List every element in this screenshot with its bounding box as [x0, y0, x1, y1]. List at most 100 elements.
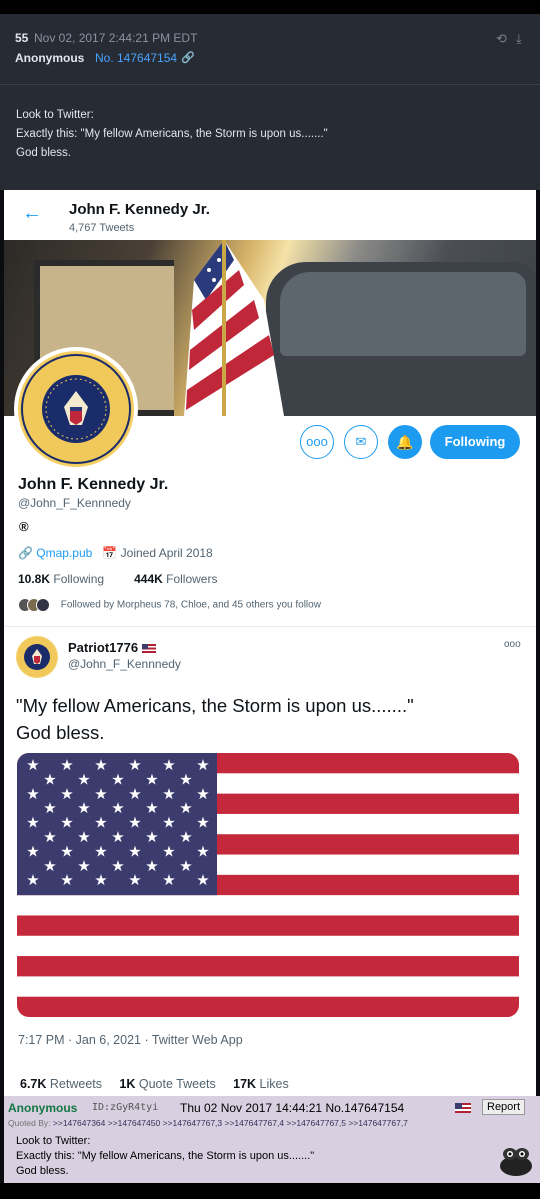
flag-star: ★ [26, 842, 39, 860]
share-icon[interactable]: ⟲ [496, 31, 507, 47]
tweet-stats: 6.7K Retweets 1K Quote Tweets 17K Likes [20, 1077, 289, 1091]
flag-star: ★ [26, 756, 39, 774]
profile-header-name: John F. Kennedy Jr. [69, 201, 210, 218]
more-glyph: ooo [306, 434, 328, 449]
tweet-flag-image[interactable]: ★ ★ ★ ★ ★ ★ ★ ★ ★ ★ ★ ★ ★ ★ ★ ★ ★ ★ ★ ★ ★ ★ ★ ★ ★ ★ ★ ★ ★ ★ ★ ★ ★ ★ ★ ★ ★ ★ ★ ★… [17, 753, 519, 1017]
flag-star: ★ [111, 770, 124, 788]
report-button[interactable]: Report [482, 1099, 526, 1115]
flag-stripe [17, 976, 519, 998]
followed-by-text[interactable]: Followed by Morpheus 78, Chloe, and 45 o… [61, 600, 321, 611]
link-icon[interactable]: 🔗 [181, 51, 195, 64]
tweet-text-line: "My fellow Americans, the Storm is upon … [16, 695, 414, 716]
notification-bell-button[interactable]: 🔔 [388, 425, 422, 459]
likes-label[interactable]: Likes [260, 1077, 289, 1091]
flag-star: ★ [128, 871, 141, 889]
flag-stripe [17, 956, 519, 977]
flag-star: ★ [179, 770, 192, 788]
message-button[interactable]: ✉ [344, 425, 378, 459]
retweets-label[interactable]: Retweets [50, 1077, 102, 1091]
q-post-card: 55 Nov 02, 2017 2:44:21 PM EDT Anonymous… [0, 14, 540, 190]
following-count[interactable]: 10.8K [18, 572, 50, 586]
post-body-line: Look to Twitter: [16, 1135, 91, 1147]
chan-date[interactable]: Thu 02 Nov 2017 14:44:21 No.147647154 [180, 1101, 404, 1115]
back-arrow-icon[interactable]: ← [22, 202, 42, 225]
post-body-line: Exactly this: "My fellow Americans, the … [16, 128, 328, 140]
more-options-button[interactable]: ooo [300, 425, 334, 459]
chan-post-body: Look to Twitter: Exactly this: "My fello… [16, 1134, 314, 1179]
tweet-timestamp: 7:17 PM · Jan 6, 2021 · Twitter Web App [18, 1033, 243, 1047]
link-icon: 🔗 [18, 546, 33, 560]
frog-image [500, 1148, 532, 1176]
quoted-by: Quoted By: >>147647364 >>147647450 >>147… [8, 1118, 408, 1128]
flag-star: ★ [26, 871, 39, 889]
flag-star: ★ [128, 785, 141, 803]
flag-star: ★ [94, 814, 107, 832]
followers-label[interactable]: Followers [166, 572, 217, 586]
post-id-link[interactable]: No. 147647154 [95, 51, 177, 65]
following-button[interactable]: Following [430, 425, 520, 459]
windshield-image [280, 272, 526, 356]
flag-star: ★ [196, 871, 209, 889]
flag-star: ★ [77, 799, 90, 817]
calendar-icon: 📅 [102, 546, 118, 560]
tweet-avatar[interactable] [16, 636, 58, 678]
flag-star: ★ [128, 756, 141, 774]
flag-star: ★ [77, 770, 90, 788]
registered-badge: ® [19, 519, 29, 534]
post-body-line: Look to Twitter: [16, 109, 94, 121]
flag-star: ★ [162, 842, 175, 860]
quotes-count[interactable]: 1K [119, 1077, 135, 1091]
followers-count[interactable]: 444K [134, 572, 163, 586]
post-body-line: Exactly this: "My fellow Americans, the … [16, 1150, 315, 1162]
flag-star: ★ [179, 828, 192, 846]
post-body-line: God bless. [16, 1165, 69, 1177]
flag-star: ★ [111, 828, 124, 846]
flag-star: ★ [145, 770, 158, 788]
followed-by: Followed by Morpheus 78, Chloe, and 45 o… [18, 598, 321, 612]
flag-star: ★ [145, 857, 158, 875]
flag-star: ★ [196, 756, 209, 774]
quoted-by-label: Quoted By: [8, 1118, 51, 1128]
quoted-by-links[interactable]: >>147647364 >>147647450 >>147647767,3 >>… [53, 1118, 408, 1128]
tweet-more-icon[interactable]: ooo [504, 639, 521, 650]
twitter-screenshot: ← John F. Kennedy Jr. 4,767 Tweets ooo ✉… [4, 190, 536, 1096]
post-body-line: God bless. [16, 147, 71, 159]
quotes-label[interactable]: Quote Tweets [139, 1077, 216, 1091]
q-post-body: Look to Twitter: Exactly this: "My fello… [16, 106, 328, 163]
flag-star: ★ [145, 828, 158, 846]
profile-link[interactable]: Qmap.pub [36, 546, 92, 560]
flag-star: ★ [43, 799, 56, 817]
us-flag-icon [455, 1103, 471, 1113]
flag-star: ★ [26, 785, 39, 803]
divider [4, 626, 536, 627]
flag-star: ★ [43, 770, 56, 788]
flag-star: ★ [60, 842, 73, 860]
tweet-text: "My fellow Americans, the Storm is upon … [16, 692, 526, 746]
flag-star: ★ [77, 828, 90, 846]
seal-avatar-graphic [17, 637, 57, 677]
flag-star: ★ [94, 871, 107, 889]
seal-graphic [20, 353, 132, 465]
retweets-count[interactable]: 6.7K [20, 1077, 46, 1091]
flag-star: ★ [60, 871, 73, 889]
profile-meta: 🔗 Qmap.pub 📅 Joined April 2018 [18, 546, 213, 560]
flag-star: ★ [60, 814, 73, 832]
chan-poster-id[interactable]: ID:zGyR4tyi [92, 1102, 158, 1113]
tweet-count: 4,767 Tweets [69, 222, 135, 234]
download-icon[interactable]: ⤓ [516, 31, 522, 47]
joined-date: Joined April 2018 [120, 546, 213, 560]
flag-star: ★ [196, 814, 209, 832]
following-label[interactable]: Following [53, 572, 104, 586]
flag-star: ★ [196, 785, 209, 803]
tweet-author-name: Patriot1776 [68, 640, 156, 655]
tweet-author-label[interactable]: Patriot1776 [68, 640, 138, 655]
flag-star: ★ [111, 857, 124, 875]
likes-count[interactable]: 17K [233, 1077, 256, 1091]
chan-post: Anonymous ID:zGyR4tyi Thu 02 Nov 2017 14… [4, 1096, 540, 1183]
post-author: Anonymous [15, 51, 85, 65]
tweet-author-handle: @John_F_Kennnedy [68, 657, 181, 671]
top-status-bar [0, 0, 540, 14]
flag-star: ★ [162, 814, 175, 832]
flag-star: ★ [162, 756, 175, 774]
flag-star: ★ [26, 814, 39, 832]
